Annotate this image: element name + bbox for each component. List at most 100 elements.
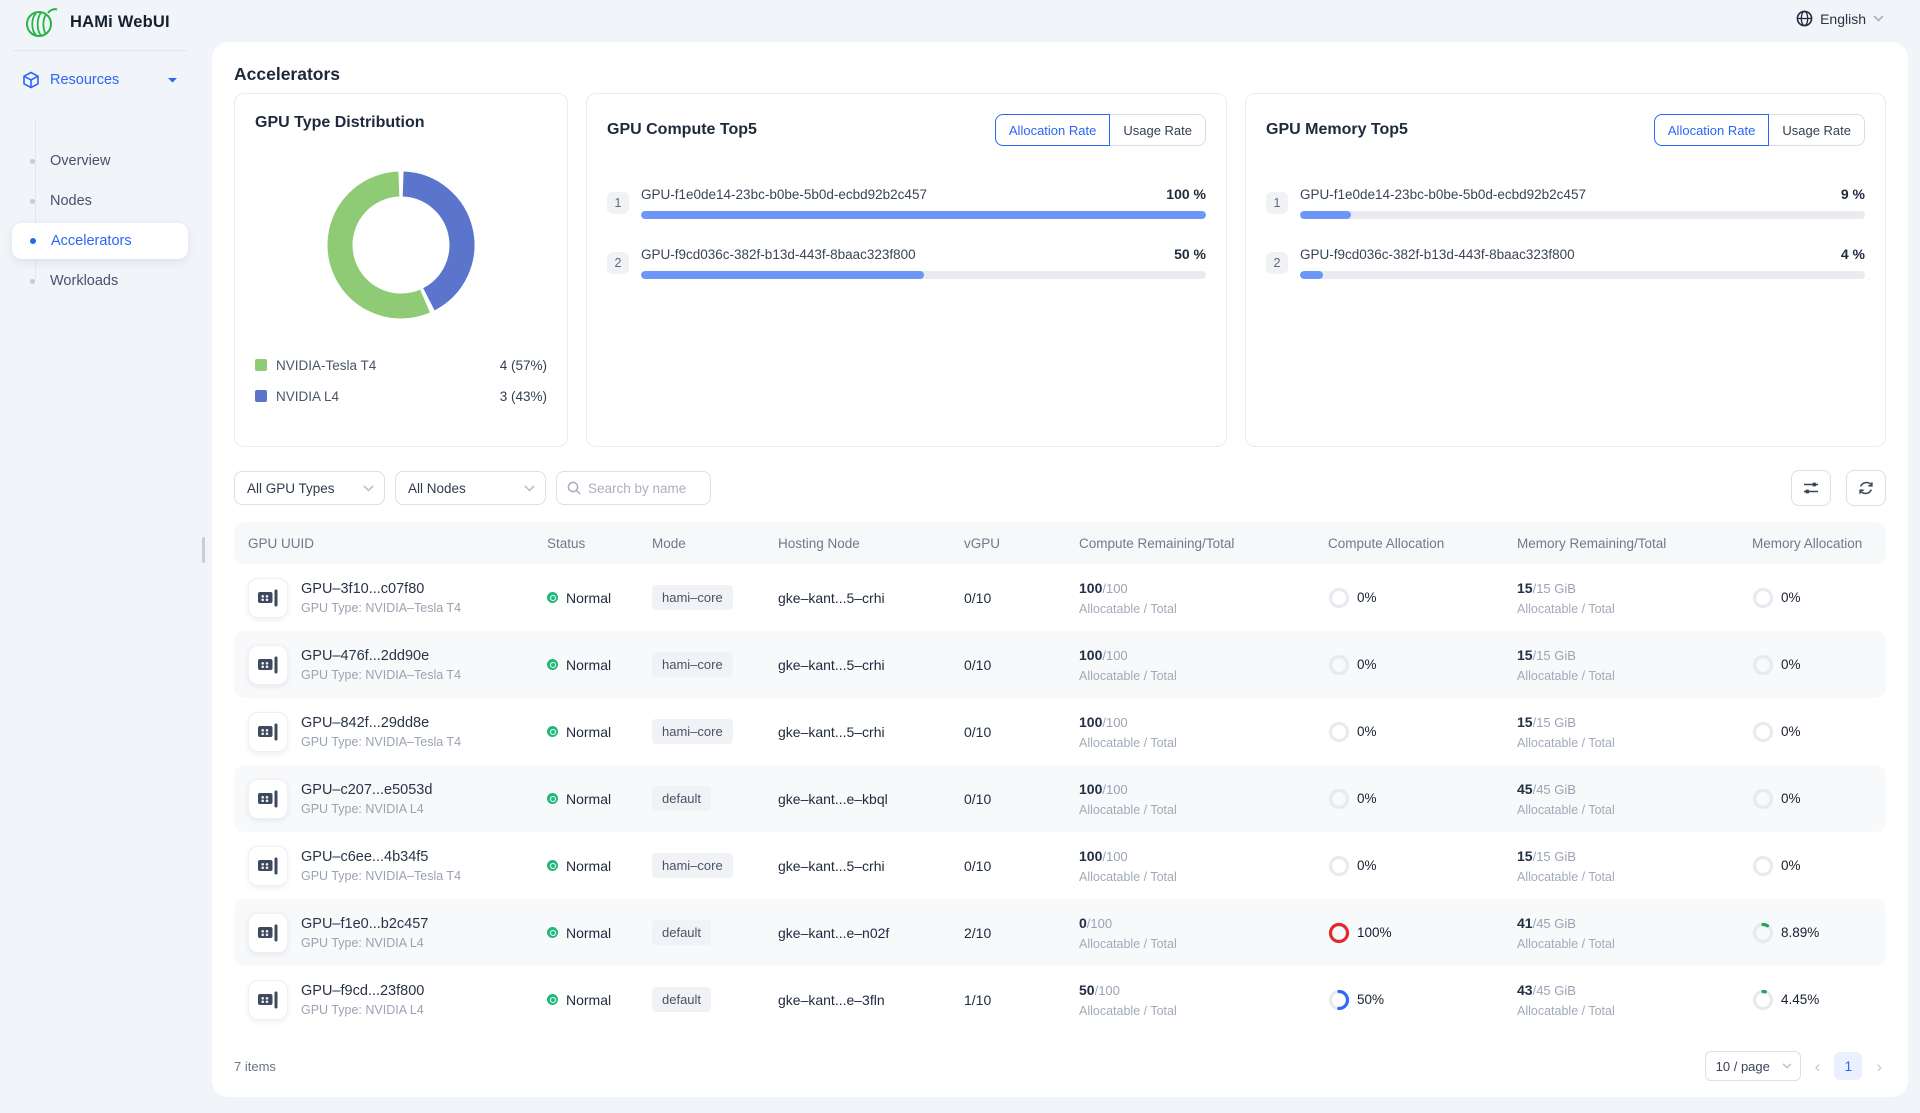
compute-total: /100 bbox=[1102, 782, 1127, 797]
gpu-uuid[interactable]: GPU–f9cd...23f800 bbox=[301, 983, 424, 999]
current-page[interactable]: 1 bbox=[1834, 1052, 1862, 1080]
compute-allocation-value: 0% bbox=[1357, 791, 1377, 806]
chevron-down-icon bbox=[1873, 15, 1884, 22]
language-switcher[interactable]: English bbox=[1796, 10, 1884, 27]
memory-remaining: 15 bbox=[1517, 647, 1533, 663]
legend-label: NVIDIA L4 bbox=[276, 389, 500, 404]
table-body: GPU–3f10...c07f80 GPU Type: NVIDIA–Tesla … bbox=[234, 564, 1886, 1033]
memory-allocation-ring bbox=[1752, 922, 1774, 944]
sidebar-item-nodes[interactable]: Nodes bbox=[12, 183, 188, 219]
table-row[interactable]: GPU–c6ee...4b34f5GPU Type: NVIDIA–Tesla … bbox=[234, 832, 1886, 899]
scrollbar-thumb[interactable] bbox=[202, 537, 205, 563]
gpu-uuid[interactable]: GPU–842f...29dd8e bbox=[301, 715, 461, 731]
search-input[interactable] bbox=[588, 481, 698, 496]
column-header-compute-remaining: Compute Remaining/Total bbox=[1079, 536, 1324, 551]
column-settings-button[interactable] bbox=[1791, 470, 1831, 506]
chevron-down-icon bbox=[363, 485, 374, 492]
compute-total: /100 bbox=[1102, 648, 1127, 663]
mode-tag: default bbox=[652, 920, 711, 945]
next-page-button[interactable]: › bbox=[1872, 1058, 1886, 1075]
prev-page-button[interactable]: ‹ bbox=[1811, 1058, 1825, 1075]
gpu-uuid[interactable]: GPU–c6ee...4b34f5 bbox=[301, 849, 461, 865]
progress-fill bbox=[1300, 211, 1351, 219]
hosting-node: gke–kant...e–3fln bbox=[774, 992, 964, 1008]
gpu-type: GPU Type: NVIDIA L4 bbox=[301, 936, 428, 950]
gpu-uuid[interactable]: GPU–476f...2dd90e bbox=[301, 648, 461, 664]
allocatable-total-label: Allocatable / Total bbox=[1079, 870, 1324, 884]
memory-total: /15 GiB bbox=[1533, 849, 1576, 864]
hosting-node: gke–kant...e–kbql bbox=[774, 791, 964, 807]
gpu-type-select[interactable]: All GPU Types bbox=[234, 471, 385, 505]
donut-slice-1[interactable] bbox=[403, 184, 462, 299]
refresh-button[interactable] bbox=[1846, 470, 1886, 506]
gpu-type: GPU Type: NVIDIA L4 bbox=[301, 1003, 424, 1017]
allocatable-total-label: Allocatable / Total bbox=[1079, 669, 1324, 683]
status-dot bbox=[547, 927, 558, 938]
table-row[interactable]: GPU–476f...2dd90eGPU Type: NVIDIA–Tesla … bbox=[234, 631, 1886, 698]
gpu-card-icon bbox=[257, 722, 279, 742]
status-label: Normal bbox=[566, 791, 611, 807]
compute-remaining: 0 bbox=[1079, 915, 1087, 931]
memory-allocation-ring bbox=[1752, 587, 1774, 609]
table-row[interactable]: GPU–842f...29dd8e GPU Type: NVIDIA–Tesla … bbox=[234, 698, 1886, 765]
table-row[interactable]: GPU–f1e0...b2c457GPU Type: NVIDIA L4Norm… bbox=[234, 899, 1886, 966]
allocation-rate-tab[interactable]: Allocation Rate bbox=[995, 114, 1110, 146]
gpu-uuid[interactable]: GPU–f1e0...b2c457 bbox=[301, 916, 428, 932]
sidebar-item-overview[interactable]: Overview bbox=[12, 143, 188, 179]
legend-row[interactable]: NVIDIA-Tesla T4 4 (57%) bbox=[255, 352, 547, 378]
sidebar-item-workloads[interactable]: Workloads bbox=[12, 263, 188, 299]
compute-allocation-value: 0% bbox=[1357, 724, 1377, 739]
donut-slice-0[interactable] bbox=[340, 184, 425, 306]
gpu-uuid[interactable]: GPU–3f10...c07f80 bbox=[301, 581, 461, 597]
gpu-uuid[interactable]: GPU–c207...e5053d bbox=[301, 782, 432, 798]
rate-value: 4 % bbox=[1841, 246, 1865, 262]
summary-cards-row: GPU Type Distribution NVIDIA-Tesla T4 4 … bbox=[234, 93, 1886, 447]
rank-badge: 1 bbox=[1266, 192, 1288, 214]
gpu-thumbnail bbox=[248, 980, 288, 1020]
hami-logo-icon bbox=[24, 5, 58, 39]
items-count: 7 items bbox=[234, 1059, 276, 1074]
table-row[interactable]: GPU–c207...e5053dGPU Type: NVIDIA L4Norm… bbox=[234, 765, 1886, 832]
gpu-card-icon bbox=[257, 923, 279, 943]
usage-rate-tab[interactable]: Usage Rate bbox=[1109, 114, 1206, 146]
node-select[interactable]: All Nodes bbox=[395, 471, 546, 505]
table-row[interactable]: GPU–f9cd...23f800GPU Type: NVIDIA L4Norm… bbox=[234, 966, 1886, 1033]
status-dot bbox=[547, 592, 558, 603]
gpu-card-icon bbox=[257, 990, 279, 1010]
compute-total: /100 bbox=[1102, 581, 1127, 596]
page-size-select[interactable]: 10 / page bbox=[1705, 1051, 1801, 1081]
allocatable-total-label: Allocatable / Total bbox=[1079, 602, 1324, 616]
legend-row[interactable]: NVIDIA L4 3 (43%) bbox=[255, 383, 547, 409]
select-value: All Nodes bbox=[408, 481, 524, 496]
rate-value: 100 % bbox=[1166, 186, 1206, 202]
allocatable-total-label: Allocatable / Total bbox=[1079, 937, 1324, 951]
allocation-rate-tab[interactable]: Allocation Rate bbox=[1654, 114, 1769, 146]
sidebar-item-accelerators[interactable]: Accelerators bbox=[12, 223, 188, 259]
rank-badge: 2 bbox=[607, 252, 629, 274]
memory-total: /15 GiB bbox=[1533, 648, 1576, 663]
compute-remaining: 100 bbox=[1079, 580, 1102, 596]
memory-allocation-value: 0% bbox=[1781, 791, 1801, 806]
table-row[interactable]: GPU–3f10...c07f80GPU Type: NVIDIA–Tesla … bbox=[234, 564, 1886, 631]
hosting-node: gke–kant...5–crhi bbox=[774, 724, 964, 740]
legend-label: NVIDIA-Tesla T4 bbox=[276, 358, 500, 373]
gpu-type: GPU Type: NVIDIA–Tesla T4 bbox=[301, 735, 461, 749]
status-dot bbox=[547, 726, 558, 737]
mode-tag: hami–core bbox=[652, 853, 733, 878]
memory-remaining: 43 bbox=[1517, 982, 1533, 998]
memory-allocation-ring bbox=[1752, 721, 1774, 743]
rate-value: 50 % bbox=[1174, 246, 1206, 262]
memory-total: /15 GiB bbox=[1533, 715, 1576, 730]
sidebar-section-resources[interactable]: Resources bbox=[12, 64, 188, 96]
allocatable-total-label: Allocatable / Total bbox=[1517, 602, 1749, 616]
usage-rate-tab[interactable]: Usage Rate bbox=[1768, 114, 1865, 146]
progress-track bbox=[1300, 211, 1865, 219]
vgpu-value: 0/10 bbox=[964, 657, 1079, 673]
page-size-value: 10 / page bbox=[1716, 1059, 1782, 1074]
mode-tag: default bbox=[652, 786, 711, 811]
compute-total: /100 bbox=[1102, 715, 1127, 730]
chevron-down-icon bbox=[167, 77, 178, 84]
vgpu-value: 2/10 bbox=[964, 925, 1079, 941]
sidebar-section-label: Resources bbox=[50, 72, 157, 88]
vgpu-value: 0/10 bbox=[964, 724, 1079, 740]
